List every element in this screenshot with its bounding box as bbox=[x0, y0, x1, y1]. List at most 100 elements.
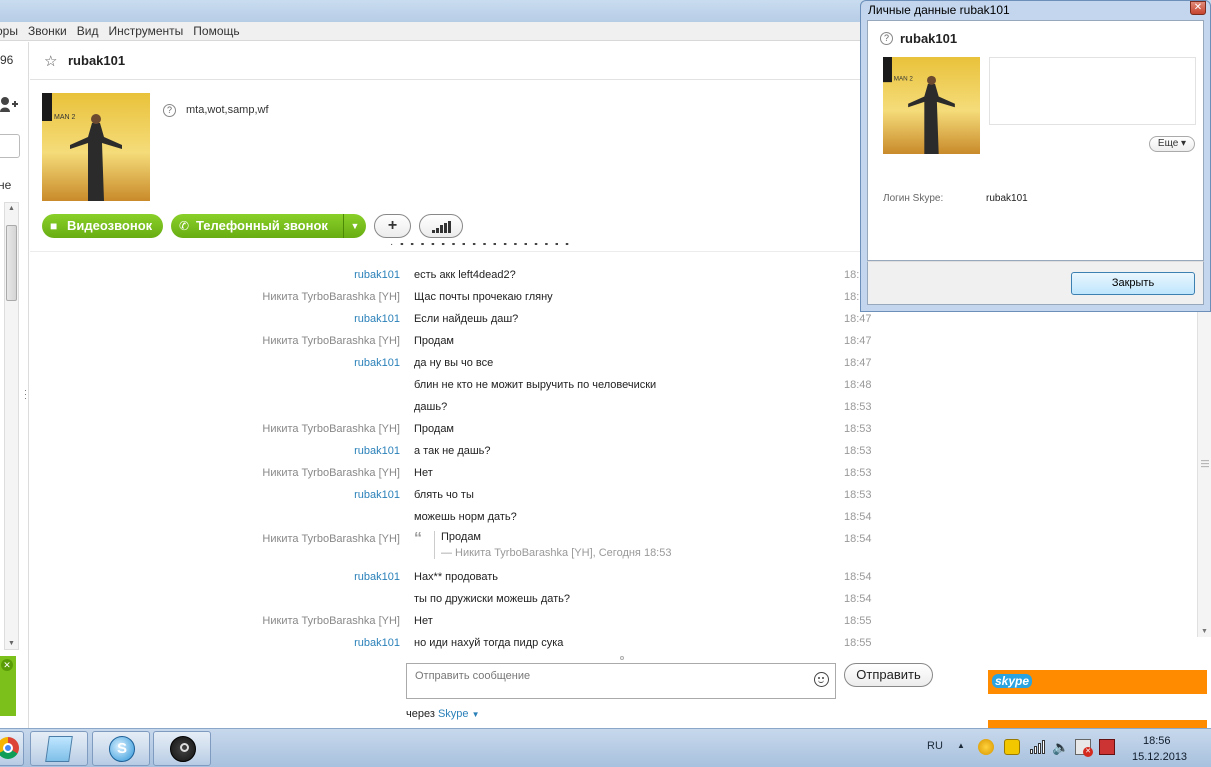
message-author[interactable]: Никита TyrboBarashka [YH] bbox=[262, 423, 400, 435]
action-center-icon[interactable] bbox=[1075, 739, 1093, 757]
scroll-down-icon[interactable]: ▼ bbox=[1201, 628, 1208, 635]
volume-icon[interactable]: 🔈 bbox=[1052, 739, 1069, 755]
chevron-down-icon[interactable]: ▼ bbox=[472, 710, 480, 719]
message-text: да ну вы чо все bbox=[414, 357, 494, 369]
status-panel: ✕ bbox=[0, 656, 16, 716]
quote-icon: “ bbox=[414, 530, 422, 547]
message-author[interactable]: rubak101 bbox=[354, 489, 400, 501]
chat-message: rubak101 Если найдешь даш? 18:47 bbox=[30, 313, 900, 335]
message-author[interactable]: rubak101 bbox=[354, 445, 400, 457]
message-author[interactable]: Никита TyrboBarashka [YH] bbox=[262, 467, 400, 479]
message-author[interactable]: rubak101 bbox=[354, 313, 400, 325]
chat-message: Никита TyrboBarashka [YH] Нет 18:55 bbox=[30, 615, 900, 637]
clock-time[interactable]: 18:56 bbox=[1143, 735, 1171, 747]
message-time: 18:53 bbox=[844, 445, 872, 457]
taskbar-notes[interactable] bbox=[30, 731, 88, 766]
chat-message: rubak101 есть акк left4dead2? 18: bbox=[30, 269, 900, 291]
chat-message: rubak101 Нах** продовать 18:54 bbox=[30, 571, 900, 593]
message-author[interactable]: Никита TyrboBarashka [YH] bbox=[262, 291, 400, 303]
message-time: 18:55 bbox=[844, 615, 872, 627]
add-people-button[interactable]: + bbox=[374, 214, 411, 238]
message-text: а так не дашь? bbox=[414, 445, 491, 457]
scroll-down-icon[interactable]: ▼ bbox=[8, 640, 15, 647]
dialog-close-icon[interactable]: ✕ bbox=[1190, 1, 1206, 15]
status-unknown-icon: ? bbox=[880, 32, 893, 45]
chat-message: дашь? 18:53 bbox=[30, 401, 900, 423]
menu-item-view[interactable]: Вид bbox=[77, 24, 99, 38]
message-author[interactable]: rubak101 bbox=[354, 571, 400, 583]
steam-icon bbox=[170, 736, 196, 762]
clock-date[interactable]: 15.12.2013 bbox=[1132, 751, 1187, 763]
message-author[interactable]: Никита TyrboBarashka [YH] bbox=[262, 533, 400, 545]
pane-splitter[interactable]: · · · bbox=[24, 386, 27, 403]
tray-skype-status-icon[interactable] bbox=[1004, 739, 1020, 755]
message-author[interactable]: rubak101 bbox=[354, 637, 400, 649]
message-time: 18:53 bbox=[844, 423, 872, 435]
scroll-grip[interactable]: — — — bbox=[1201, 457, 1209, 471]
taskbar-skype[interactable]: S bbox=[92, 731, 150, 766]
personal-info-dialog: Личные данные rubak101 ✕ ? rubak101 MAN … bbox=[860, 0, 1211, 312]
contacts-scrollbar[interactable]: ▲ ▼ bbox=[4, 202, 19, 650]
dialog-body: ? rubak101 MAN 2 Еще ▾ Логин Skype: ruba… bbox=[867, 20, 1204, 261]
login-label: Логин Skype: bbox=[883, 193, 944, 204]
show-hidden-icons-icon[interactable]: ▲ bbox=[957, 741, 965, 750]
menu-item-contacts[interactable]: оры bbox=[0, 24, 18, 38]
contacts-tab[interactable]: не bbox=[0, 178, 11, 192]
scroll-thumb[interactable] bbox=[6, 225, 17, 301]
message-text: но иди нахуй тогда пидр сука bbox=[414, 637, 564, 649]
message-text: Продам bbox=[414, 335, 454, 347]
send-button[interactable]: Отправить bbox=[844, 663, 933, 687]
menu-item-calls[interactable]: Звонки bbox=[28, 24, 67, 38]
via-service-link[interactable]: Skype bbox=[438, 708, 469, 720]
message-text: Если найдешь даш? bbox=[414, 313, 519, 325]
message-author[interactable]: rubak101 bbox=[354, 357, 400, 369]
avatar[interactable]: MAN 2 bbox=[42, 93, 150, 201]
message-author[interactable]: rubak101 bbox=[354, 269, 400, 281]
network-icon[interactable] bbox=[1029, 739, 1045, 755]
dialog-footer: Закрыть bbox=[867, 261, 1204, 305]
phone-call-dropdown[interactable]: ▼ bbox=[343, 214, 366, 238]
message-time: 18:53 bbox=[844, 467, 872, 479]
close-icon[interactable]: ✕ bbox=[1, 659, 13, 671]
ad-band-top: skype bbox=[988, 670, 1207, 694]
call-quality-button[interactable] bbox=[419, 214, 463, 238]
message-author[interactable]: Никита TyrboBarashka [YH] bbox=[262, 335, 400, 347]
phone-call-button[interactable]: ✆ Телефонный звонок bbox=[171, 214, 343, 238]
favorite-star-icon[interactable]: ☆ bbox=[44, 52, 57, 70]
safely-remove-icon[interactable] bbox=[1099, 739, 1115, 755]
message-author[interactable]: Никита TyrboBarashka [YH] bbox=[262, 615, 400, 627]
skype-icon: S bbox=[109, 736, 135, 762]
message-input[interactable]: Отправить сообщение bbox=[406, 663, 836, 699]
language-indicator[interactable]: RU bbox=[927, 740, 943, 752]
phone-icon: ✆ bbox=[179, 219, 190, 233]
contact-search-input[interactable] bbox=[0, 134, 20, 158]
close-button[interactable]: Закрыть bbox=[1071, 272, 1195, 295]
menu-item-help[interactable]: Помощь bbox=[193, 24, 239, 38]
message-text: дашь? bbox=[414, 401, 448, 413]
message-text: можешь норм дать? bbox=[414, 511, 517, 523]
chat-message: можешь норм дать? 18:54 bbox=[30, 511, 900, 533]
mood-message: mta,wot,samp,wf bbox=[186, 104, 269, 116]
skype-logo: skype bbox=[992, 674, 1033, 688]
add-contact-icon[interactable] bbox=[0, 96, 18, 114]
message-time: 18:47 bbox=[844, 357, 872, 369]
message-text: есть акк left4dead2? bbox=[414, 269, 516, 281]
message-time: 18: bbox=[844, 291, 860, 303]
tray-app-icon[interactable] bbox=[978, 739, 994, 755]
chat-message: rubak101 но иди нахуй тогда пидр сука 18:5… bbox=[30, 637, 900, 659]
message-time: 18:54 bbox=[844, 511, 872, 523]
login-value: rubak101 bbox=[986, 193, 1028, 204]
chat-message: Никита TyrboBarashka [YH] Щас почты проче… bbox=[30, 291, 900, 313]
emoticon-icon[interactable] bbox=[814, 672, 829, 687]
chat-message: rubak101 блять чо ты 18:53 bbox=[30, 489, 900, 511]
menu-item-tools[interactable]: Инструменты bbox=[108, 24, 183, 38]
message-text: Нах** продовать bbox=[414, 571, 499, 583]
phone-call-label: Телефонный звонок bbox=[196, 218, 328, 233]
scroll-up-icon[interactable]: ▲ bbox=[8, 205, 15, 212]
taskbar-chrome[interactable] bbox=[0, 731, 24, 766]
taskbar-steam[interactable] bbox=[153, 731, 211, 766]
more-button[interactable]: Еще ▾ bbox=[1149, 136, 1195, 152]
dialog-title: Личные данные rubak101 bbox=[868, 3, 1010, 17]
skype-ad-banner[interactable]: skype bbox=[988, 670, 1207, 728]
video-call-button[interactable]: ■ Видеозвонок bbox=[42, 214, 163, 238]
